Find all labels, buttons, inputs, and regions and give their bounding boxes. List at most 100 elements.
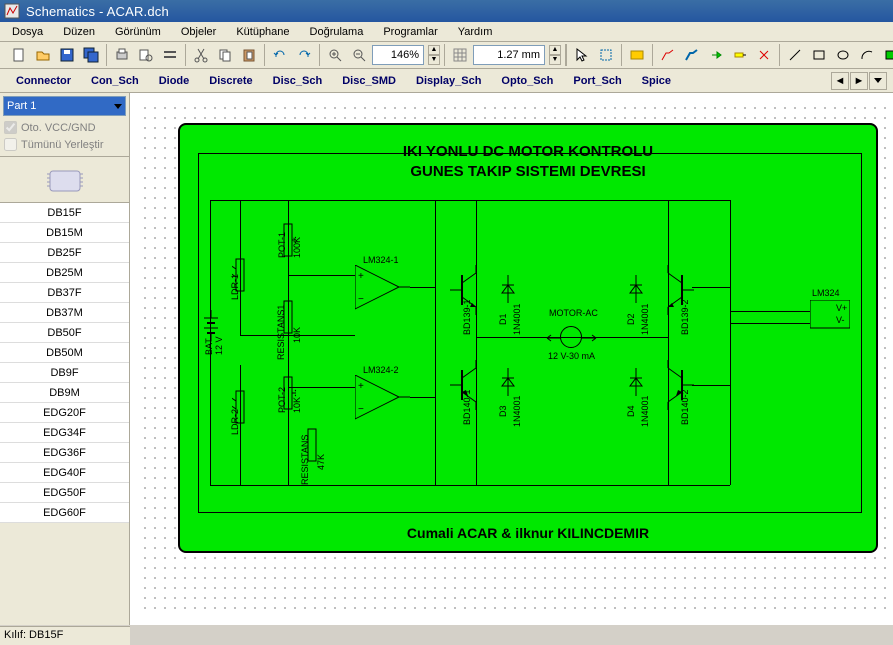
place-all-input[interactable] [4,138,17,151]
grid-field[interactable]: 1.27 mm [473,45,545,65]
net-rdrive2 [692,385,730,386]
cut-button[interactable] [190,44,212,66]
new-file-button[interactable] [8,44,30,66]
lib-con-sch[interactable]: Con_Sch [81,73,149,89]
nc-tool-button[interactable] [753,44,775,66]
save-all-button[interactable] [80,44,102,66]
snap-grid-button[interactable] [449,44,471,66]
copy-button[interactable] [214,44,236,66]
list-item[interactable]: DB50M [0,343,129,363]
list-item[interactable]: DB15F [0,203,129,223]
list-item[interactable]: EDG60F [0,503,129,523]
list-item[interactable]: DB25F [0,243,129,263]
diode-d1 [500,275,516,303]
save-button[interactable] [56,44,78,66]
svg-text:−: − [358,404,364,415]
pointer-tool-button[interactable] [571,44,593,66]
zoom-out-button[interactable] [348,44,370,66]
menu-edit[interactable]: Düzen [53,24,105,40]
titlebar: Schematics - ACAR.dch [0,0,893,22]
lib-connector[interactable]: Connector [6,73,81,89]
menu-programs[interactable]: Programlar [373,24,447,40]
lib-menu-button[interactable] [869,72,887,90]
undo-button[interactable] [269,44,291,66]
list-item[interactable]: EDG20F [0,403,129,423]
lib-discrete[interactable]: Discrete [199,73,262,89]
auto-vcc-gnd-checkbox[interactable]: Oto. VCC/GND [0,119,129,136]
label-d3-name: 1N4001 [512,395,522,427]
bus-tool-button[interactable] [681,44,703,66]
label-bd140-1: BD140-1 [462,389,472,425]
marquee-tool-button[interactable] [595,44,617,66]
part-list[interactable]: DB15F DB15M DB25F DB25M DB37F DB37M DB50… [0,202,129,625]
chevron-down-icon [114,104,122,109]
net-gnd [210,485,730,486]
label-lm324-2: LM324-2 [363,365,399,375]
wire-tool-button[interactable] [657,44,679,66]
menu-file[interactable]: Dosya [2,24,53,40]
lib-opto-sch[interactable]: Opto_Sch [491,73,563,89]
diode-d2 [628,275,644,303]
net-port-button[interactable] [729,44,751,66]
list-item[interactable]: EDG40F [0,463,129,483]
auto-vcc-gnd-input[interactable] [4,121,17,134]
list-item[interactable]: DB9M [0,383,129,403]
schematic-canvas[interactable]: IKI YONLU DC MOTOR KONTROLU GUNES TAKIP … [130,93,893,625]
zoom-down-button[interactable]: ▼ [428,55,440,65]
zoom-in-button[interactable] [324,44,346,66]
label-bat: BAT [204,338,214,355]
list-item[interactable]: DB37M [0,303,129,323]
lib-prev-button[interactable]: ◄ [831,72,849,90]
list-item[interactable]: EDG34F [0,423,129,443]
list-item[interactable]: EDG50F [0,483,129,503]
list-item[interactable]: DB37F [0,283,129,303]
label-d4: D4 [626,405,636,417]
label-d1-name: 1N4001 [512,303,522,335]
grid-up-button[interactable]: ▲ [549,45,561,55]
port-tool-button[interactable] [705,44,727,66]
list-item[interactable]: DB15M [0,223,129,243]
lib-port-sch[interactable]: Port_Sch [563,73,631,89]
print-button[interactable] [111,44,133,66]
net-rdrive1 [692,287,730,288]
svg-text:+: + [358,271,364,282]
paste-button[interactable] [238,44,260,66]
list-item[interactable]: EDG36F [0,443,129,463]
menu-view[interactable]: Görünüm [105,24,171,40]
menu-objects[interactable]: Objeler [171,24,226,40]
redo-button[interactable] [293,44,315,66]
fillrect-tool-button[interactable] [880,44,893,66]
lib-disc-smd[interactable]: Disc_SMD [332,73,406,89]
label-10k: 10K [292,397,302,413]
lib-spice[interactable]: Spice [632,73,681,89]
list-item[interactable]: DB9F [0,363,129,383]
ellipse-tool-button[interactable] [832,44,854,66]
component-tool-button[interactable] [626,44,648,66]
menu-library[interactable]: Kütüphane [226,24,299,40]
label-resistans1: RESISTANS1 [276,305,286,360]
open-file-button[interactable] [32,44,54,66]
list-item[interactable]: DB50F [0,323,129,343]
label-d1: D1 [498,313,508,325]
lib-disc-sch[interactable]: Disc_Sch [263,73,333,89]
part-select[interactable]: Part 1 [3,96,126,116]
menu-help[interactable]: Yardım [448,24,503,40]
lib-display-sch[interactable]: Display_Sch [406,73,491,89]
place-all-checkbox[interactable]: Tümünü Yerleştir [0,136,129,153]
menu-verify[interactable]: Doğrulama [300,24,374,40]
net-left-bridge [476,200,477,485]
titles-button[interactable] [159,44,181,66]
net-vp1 [730,311,810,312]
zoom-field[interactable]: 146% [372,45,424,65]
rect-tool-button[interactable] [808,44,830,66]
lib-next-button[interactable]: ► [850,72,868,90]
zoom-up-button[interactable]: ▲ [428,45,440,55]
label-pot1: POT-1 [277,232,287,258]
arc-tool-button[interactable] [856,44,878,66]
grid-down-button[interactable]: ▼ [549,55,561,65]
lib-diode[interactable]: Diode [149,73,200,89]
list-item[interactable]: DB25M [0,263,129,283]
motor-arrow-r [580,333,600,343]
line-tool-button[interactable] [784,44,806,66]
print-preview-button[interactable] [135,44,157,66]
